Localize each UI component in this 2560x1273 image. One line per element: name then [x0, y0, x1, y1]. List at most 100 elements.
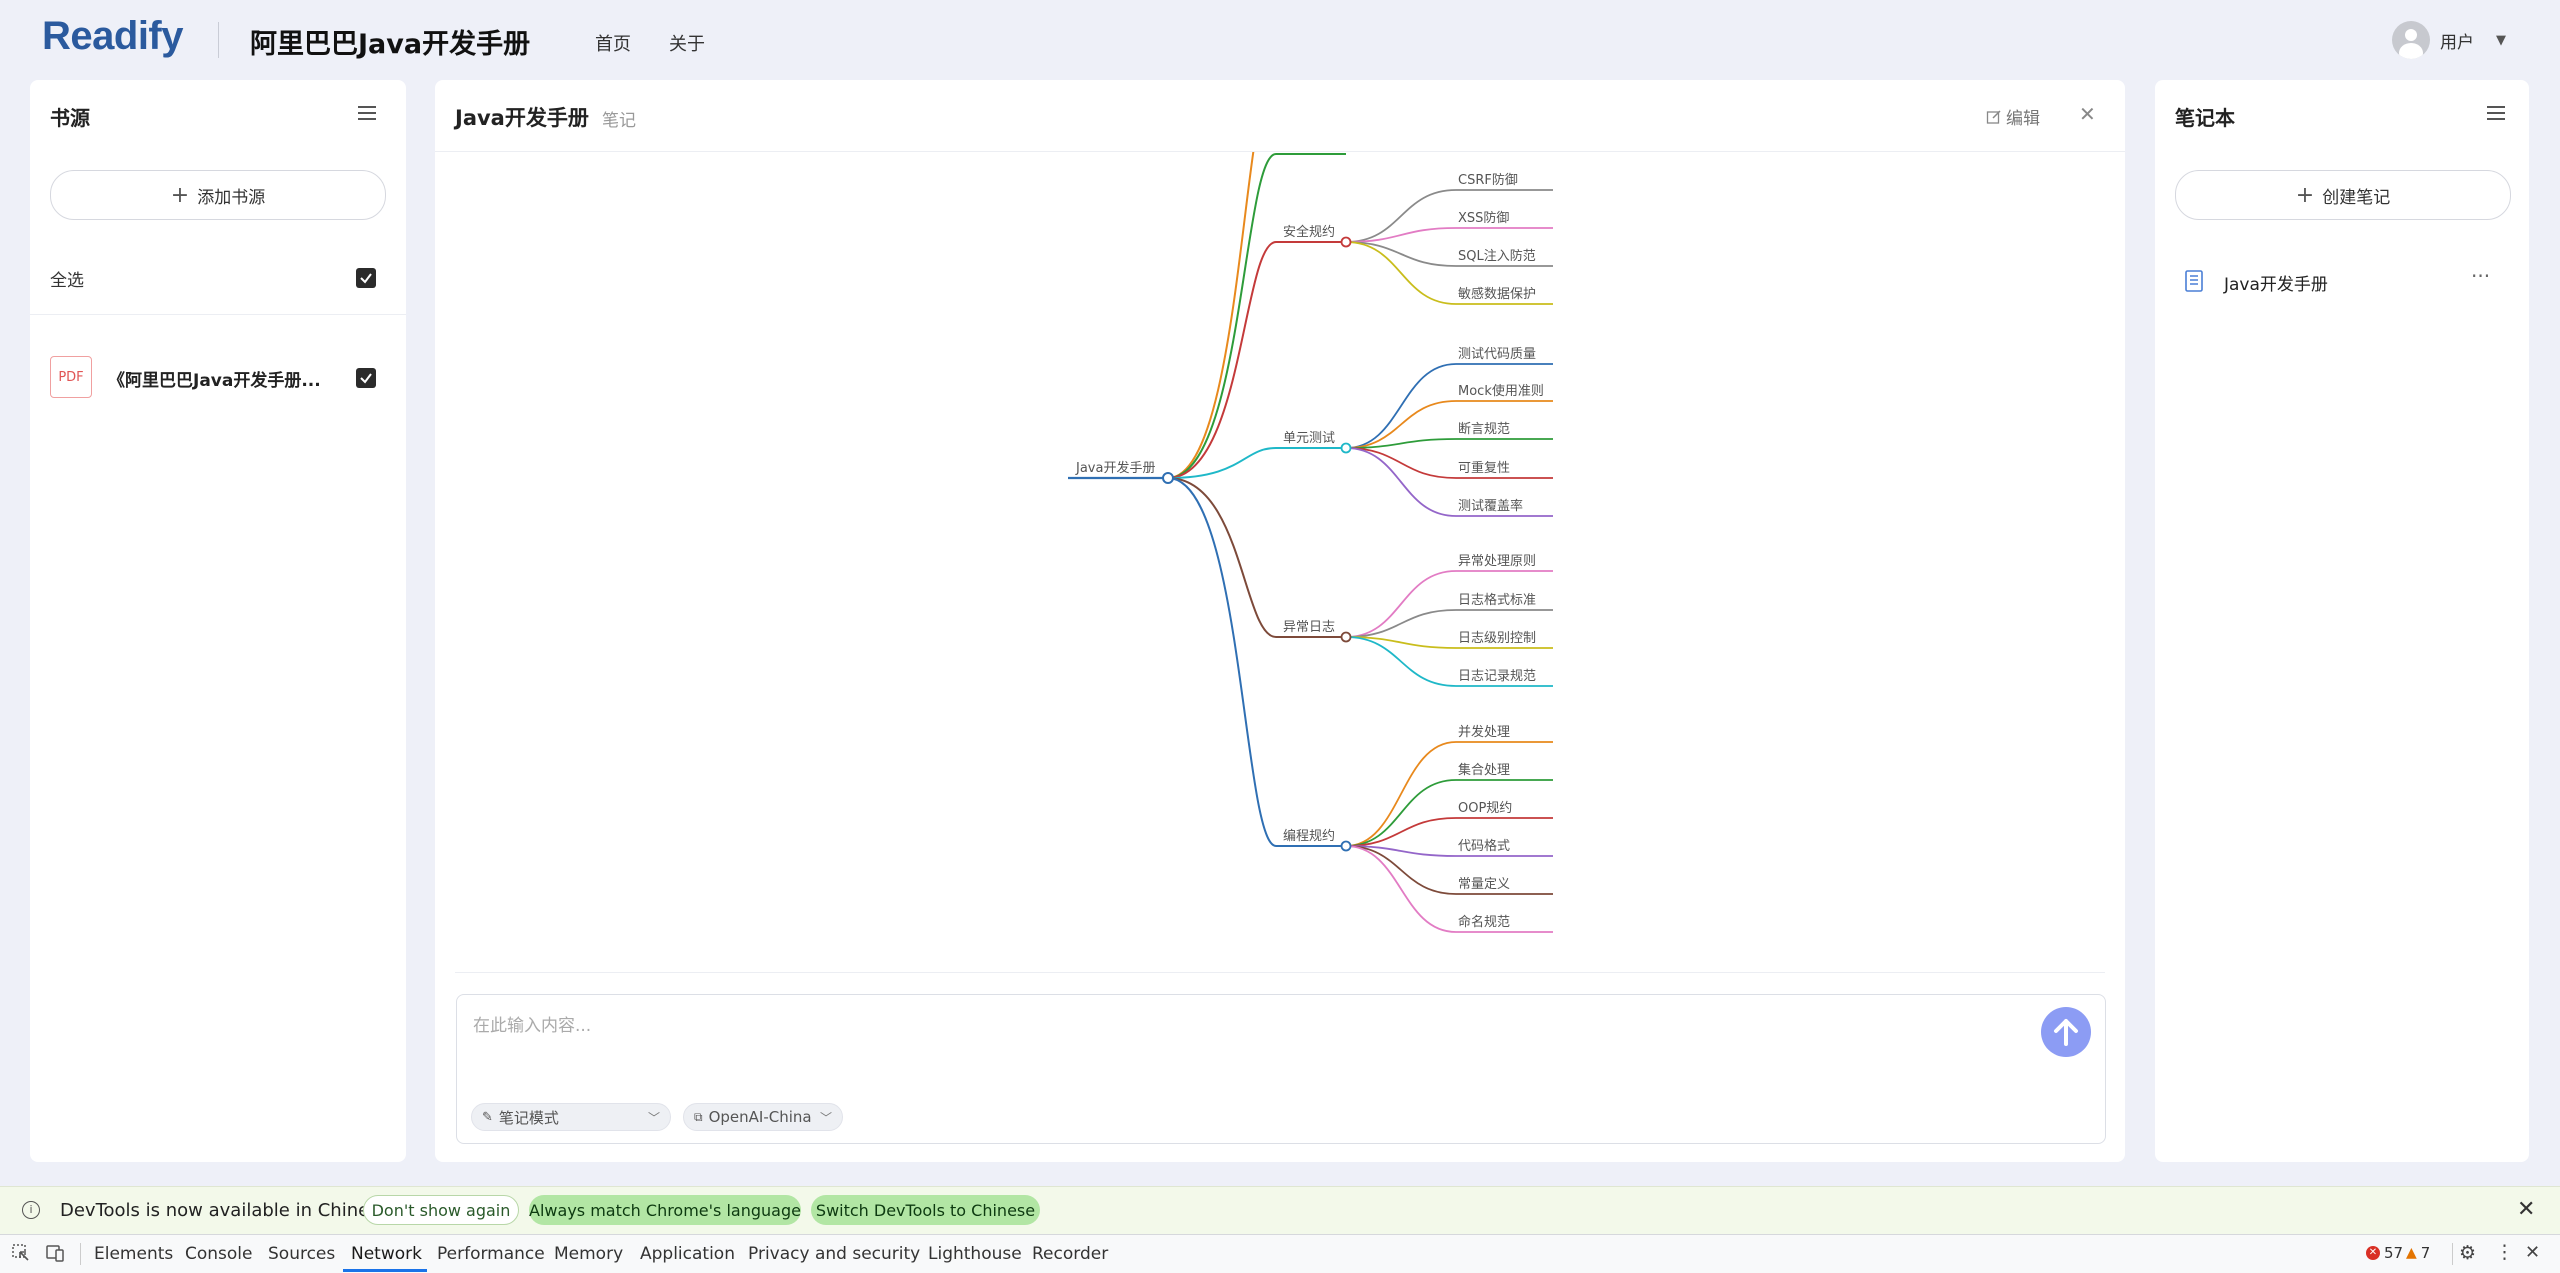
mindmap-branch-node[interactable] — [1340, 631, 1352, 643]
match-language-button[interactable]: Always match Chrome's language — [529, 1195, 801, 1225]
close-icon[interactable]: ✕ — [2525, 1242, 2540, 1263]
create-note-button[interactable]: + 创建笔记 — [2175, 170, 2511, 220]
inspect-icon[interactable] — [12, 1244, 30, 1262]
user-label: 用户 — [2440, 32, 2474, 53]
mindmap-leaf-label[interactable]: 测试代码质量 — [1458, 347, 1536, 362]
page-title: 阿里巴巴Java开发手册 — [250, 29, 531, 60]
mindmap-leaf-label[interactable]: 日志级别控制 — [1458, 631, 1536, 646]
app-logo[interactable]: Readify — [42, 14, 184, 59]
device-toggle-icon[interactable] — [46, 1244, 64, 1262]
mindmap-branch-node[interactable] — [1340, 236, 1352, 248]
mindmap-leaf-label[interactable]: CSRF防御 — [1458, 172, 1518, 188]
chevron-down-icon: ▼ — [2496, 32, 2506, 48]
menu-icon[interactable] — [358, 106, 376, 120]
composer: ✎ 笔记模式 ﹀ ⧉ OpenAI-China ﹀ — [456, 994, 2106, 1144]
info-icon: i — [22, 1201, 40, 1219]
source-title: 《阿里巴巴Java开发手册... — [108, 371, 321, 391]
select-all-checkbox[interactable] — [356, 268, 376, 288]
mindmap-leaf-label[interactable]: 日志记录规范 — [1458, 669, 1536, 684]
mindmap-leaf-label[interactable]: 并发处理 — [1458, 724, 1510, 740]
mindmap-branch-node[interactable] — [1340, 840, 1352, 852]
mindmap-leaf-label[interactable]: Mock使用准则 — [1458, 383, 1544, 399]
send-button[interactable] — [2041, 1007, 2091, 1057]
close-icon[interactable]: ✕ — [2079, 102, 2096, 126]
mindmap-leaf-label[interactable]: 断言规范 — [1458, 422, 1510, 437]
header-divider — [218, 22, 219, 58]
tab-privacy-security[interactable]: Privacy and security — [748, 1244, 920, 1264]
list-item[interactable]: Java开发手册 ··· — [2175, 262, 2509, 300]
close-icon[interactable]: ✕ — [2517, 1197, 2535, 1222]
tab-elements[interactable]: Elements — [94, 1244, 173, 1264]
mindmap-leaf-label[interactable]: 异常处理原则 — [1458, 554, 1536, 569]
list-item[interactable]: PDF 《阿里巴巴Java开发手册... — [50, 356, 386, 400]
tab-network[interactable]: Network — [351, 1244, 422, 1264]
edit-button[interactable]: 编辑 — [1986, 104, 2040, 129]
menu-icon[interactable] — [2487, 106, 2505, 120]
mindmap-branch-node[interactable] — [1340, 442, 1352, 454]
note-input[interactable] — [471, 1009, 2015, 1073]
mindmap-leaf-line — [1345, 363, 1553, 449]
add-source-button[interactable]: + 添加书源 — [50, 170, 386, 220]
chevron-down-icon: ﹀ — [647, 1110, 660, 1125]
kebab-menu-icon[interactable]: ⋮ — [2495, 1241, 2514, 1263]
user-menu[interactable]: 用户 ▼ — [2392, 20, 2506, 60]
mindmap-branch-label[interactable]: 编程规约 — [1283, 829, 1335, 844]
tab-lighthouse[interactable]: Lighthouse — [928, 1244, 1022, 1264]
mindmap-leaf-label[interactable]: 集合处理 — [1458, 762, 1510, 778]
tab-recorder[interactable]: Recorder — [1032, 1244, 1108, 1264]
avatar — [2392, 21, 2430, 59]
nav-home[interactable]: 首页 — [595, 30, 631, 56]
mindmap-leaf-label[interactable]: 日志格式标准 — [1458, 592, 1536, 608]
mindmap-branch-label[interactable]: 单元测试 — [1283, 431, 1335, 446]
arrow-up-icon — [2054, 1019, 2078, 1046]
mindmap-leaf-label[interactable]: 测试覆盖率 — [1458, 498, 1523, 514]
model-label: OpenAI-China — [708, 1108, 812, 1126]
mindmap-leaf-label[interactable]: 常量定义 — [1458, 877, 1510, 892]
mindmap-root-label[interactable]: Java开发手册 — [1075, 460, 1155, 476]
error-count[interactable]: ✕ 57 — [2366, 1244, 2403, 1262]
mindmap-branch-line — [1167, 477, 1346, 847]
divider — [2452, 1243, 2453, 1265]
mindmap-leaf-line — [1345, 845, 1553, 895]
error-count-value: 57 — [2384, 1244, 2404, 1262]
warning-count[interactable]: ▲ 7 — [2406, 1244, 2430, 1262]
model-icon: ⧉ — [694, 1109, 703, 1124]
tab-performance[interactable]: Performance — [437, 1244, 545, 1264]
divider — [80, 1243, 81, 1265]
mindmap-leaf-label[interactable]: XSS防御 — [1458, 210, 1509, 226]
top-header: Readify 阿里巴巴Java开发手册 首页 关于 用户 ▼ — [0, 0, 2560, 80]
mindmap-leaf-label[interactable]: OOP规约 — [1458, 801, 1512, 816]
mindmap-root-node[interactable] — [1162, 472, 1174, 484]
mindmap-leaf-line — [1345, 741, 1553, 847]
tab-console[interactable]: Console — [185, 1244, 253, 1264]
dont-show-again-button[interactable]: Don't show again — [363, 1195, 519, 1225]
mindmap-leaf-line — [1345, 189, 1553, 243]
nav-about[interactable]: 关于 — [669, 30, 705, 56]
mindmap-leaf-line — [1345, 447, 1553, 479]
pdf-icon: PDF — [50, 356, 92, 398]
note-item-title: Java开发手册 — [2224, 275, 2328, 295]
mindmap-leaf-label[interactable]: 代码格式 — [1458, 838, 1510, 854]
tab-memory[interactable]: Memory — [554, 1244, 623, 1264]
mindmap-branch-label[interactable]: 异常日志 — [1283, 620, 1335, 635]
tab-application[interactable]: Application — [640, 1244, 735, 1264]
mindmap-svg: Java开发手册 安全规约 CSRF防御 XSS防御 SQL注入防范敏感数据保护单元测试… — [1068, 152, 1553, 933]
mode-select[interactable]: ✎ 笔记模式 ﹀ — [471, 1103, 671, 1131]
plus-icon: + — [2295, 182, 2315, 208]
notebook-icon — [2185, 270, 2203, 292]
mindmap-leaf-label[interactable]: 可重复性 — [1458, 460, 1510, 476]
more-icon[interactable]: ··· — [2471, 264, 2490, 288]
mindmap-leaf-line — [1345, 400, 1553, 449]
switch-to-chinese-button[interactable]: Switch DevTools to Chinese — [811, 1195, 1040, 1225]
model-select[interactable]: ⧉ OpenAI-China ﹀ — [683, 1103, 843, 1131]
mindmap-canvas[interactable]: Java开发手册 安全规约 CSRF防御 XSS防御 SQL注入防范 敏感数据保护单元测试… — [435, 152, 2125, 972]
source-checkbox[interactable] — [356, 368, 376, 388]
mindmap-leaf-label[interactable]: 命名规范 — [1458, 914, 1510, 930]
gear-icon[interactable]: ⚙ — [2459, 1242, 2476, 1264]
warning-icon: ▲ — [2406, 1245, 2417, 1261]
mindmap-leaf-label[interactable]: 敏感数据保护 — [1458, 286, 1536, 302]
mindmap-leaf-label[interactable]: SQL注入防范 — [1458, 248, 1536, 264]
tab-sources[interactable]: Sources — [268, 1244, 335, 1264]
mindmap-branch-label[interactable]: 安全规约 — [1283, 224, 1335, 240]
chevron-down-icon: ﹀ — [819, 1110, 832, 1125]
